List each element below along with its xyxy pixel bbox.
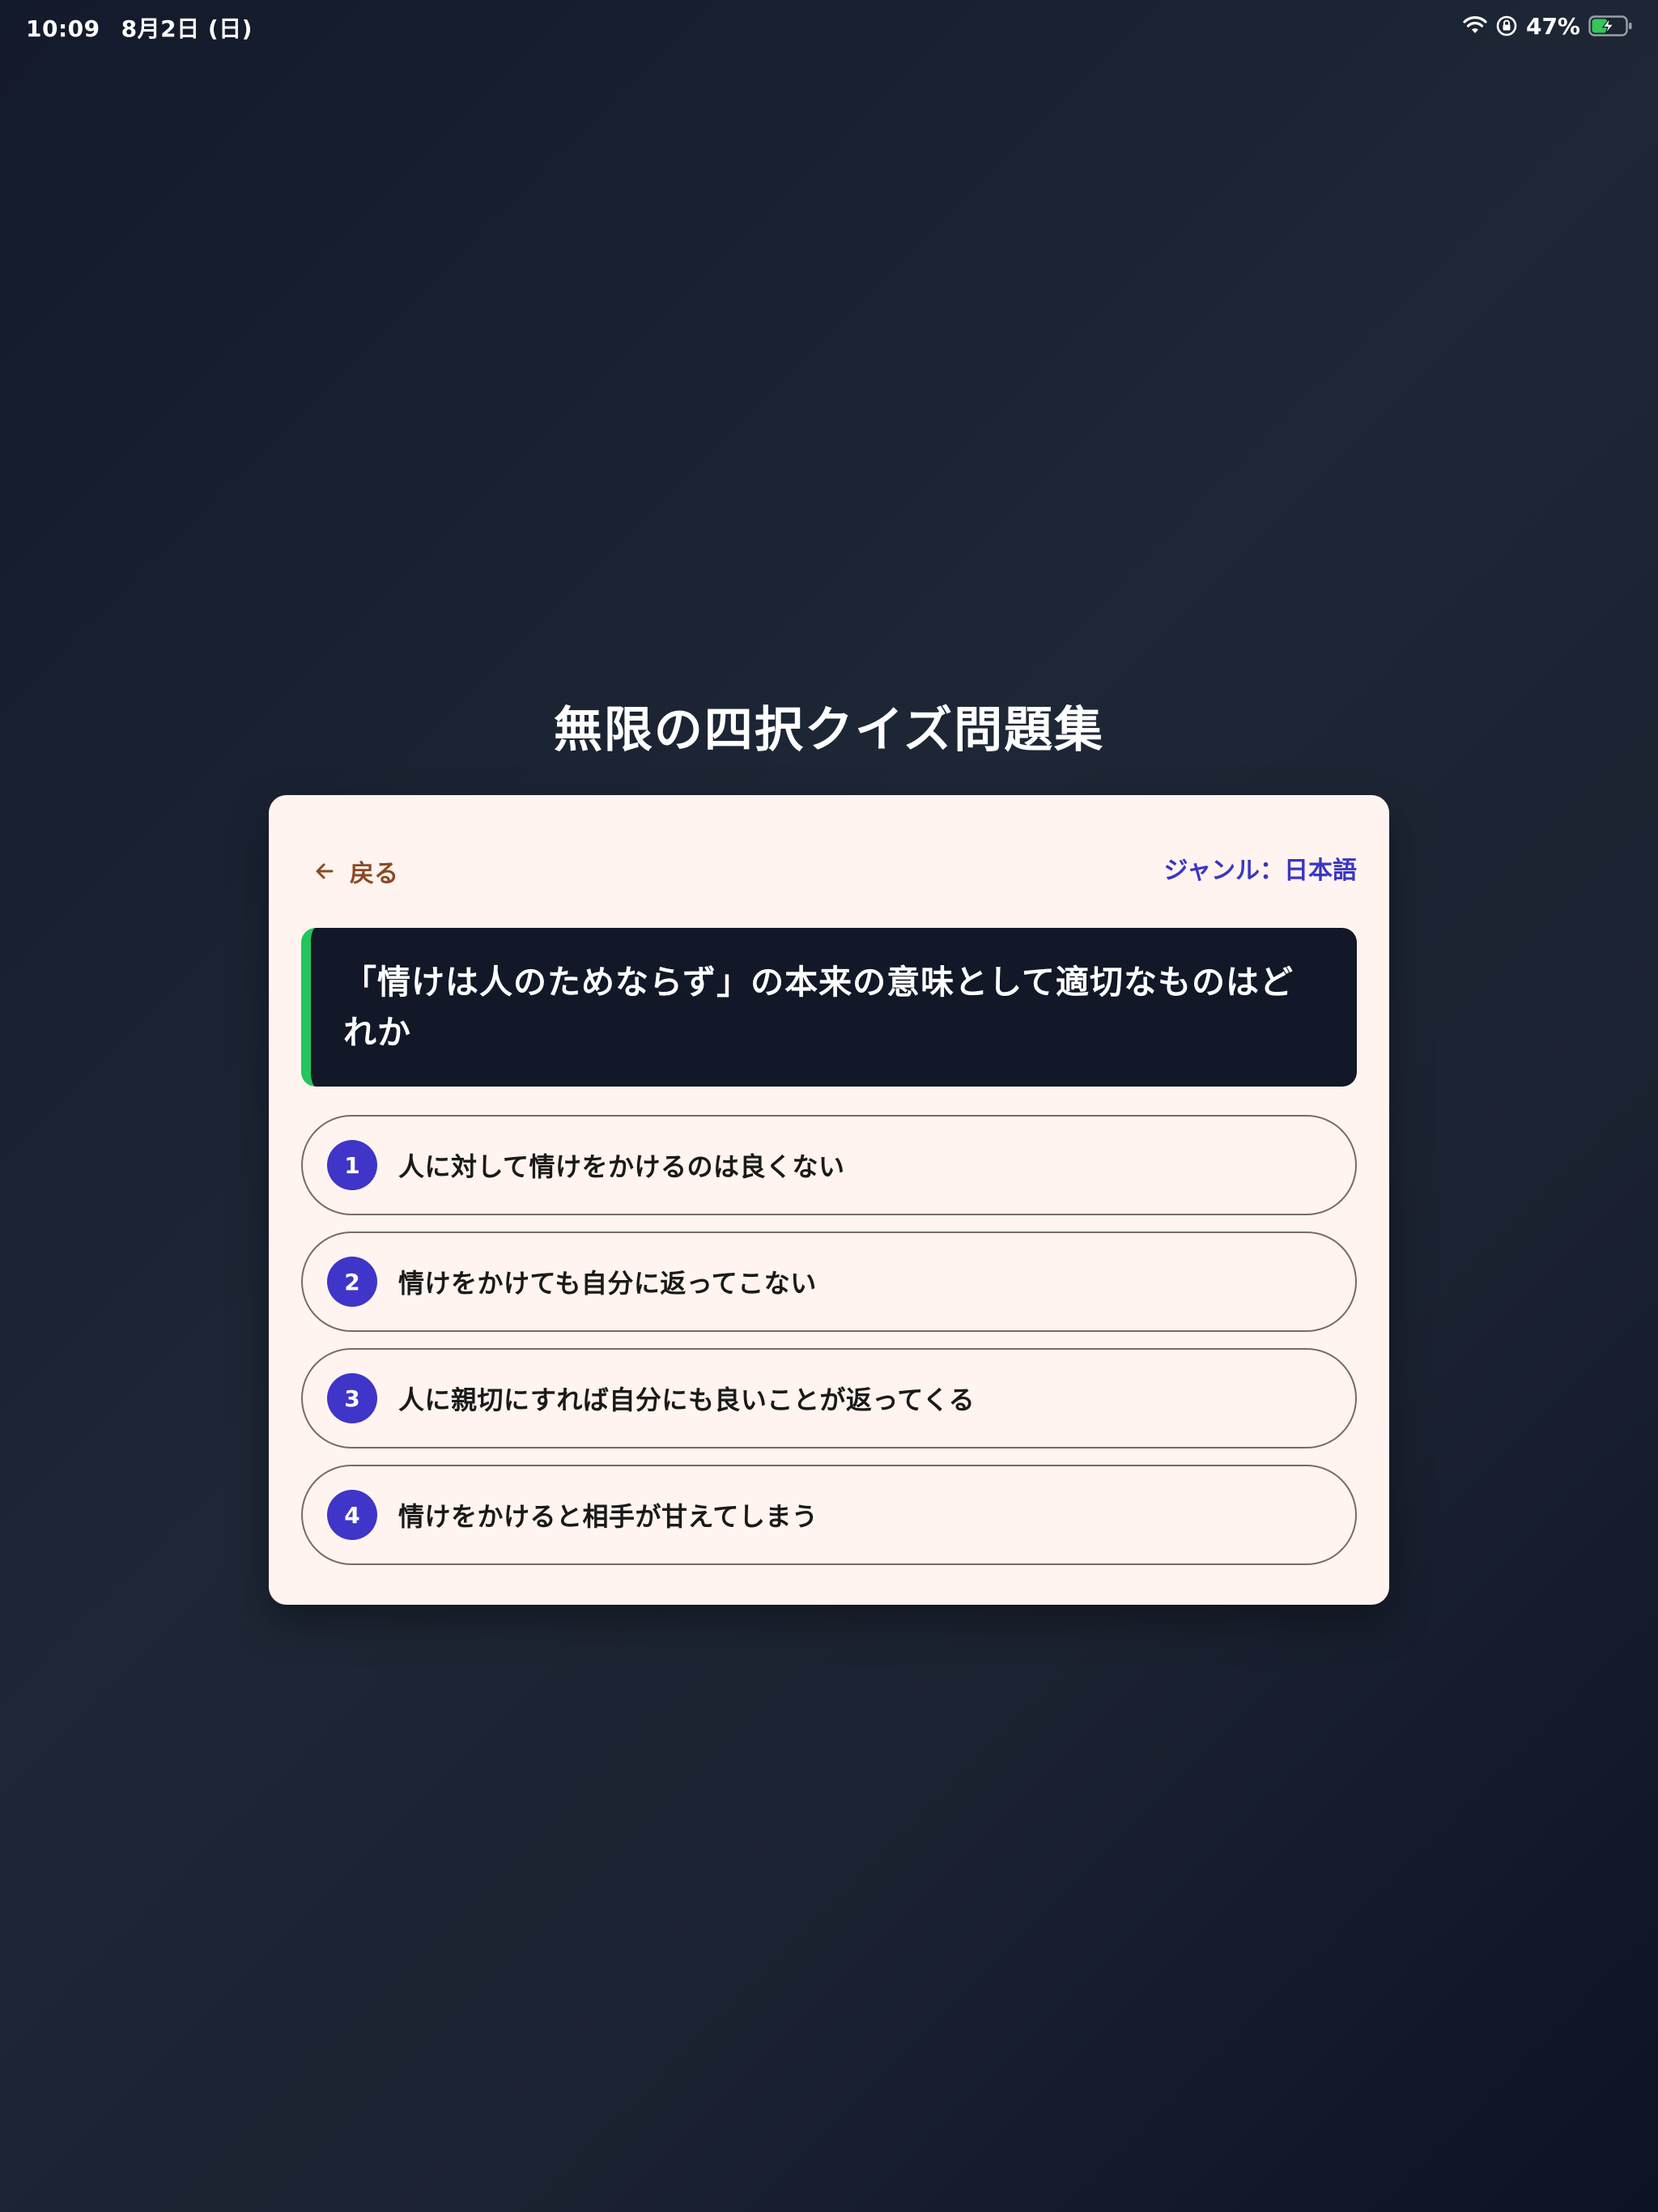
battery-percent: 47%: [1525, 12, 1580, 40]
status-bar: 10:09 8月2日 (日) 47%: [0, 0, 1658, 52]
status-time-date: 10:09 8月2日 (日): [26, 11, 253, 44]
choice-text: 人に親切にすれば自分にも良いことが返ってくる: [398, 1385, 976, 1415]
quiz-card: 戻る ジャンル：日本語 「情けは人のためならず」の本来の意味として適切なものはど…: [269, 795, 1389, 1605]
back-label: 戻る: [350, 860, 398, 888]
choice-number-badge: 3: [327, 1373, 377, 1423]
question-box: 「情けは人のためならず」の本来の意味として適切なものはどれか: [301, 928, 1357, 1087]
app-title: 無限の四択クイズ問題集: [553, 702, 1105, 759]
question-text: 「情けは人のためならず」の本来の意味として適切なものはどれか: [343, 963, 1294, 1052]
choice-option-4[interactable]: 4 情けをかけると相手が甘えてしまう: [301, 1465, 1357, 1565]
choice-option-1[interactable]: 1 人に対して情けをかけるのは良くない: [301, 1115, 1357, 1215]
choice-number-badge: 1: [327, 1140, 377, 1190]
choice-text: 情けをかけると相手が甘えてしまう: [398, 1501, 818, 1532]
choice-list: 1 人に対して情けをかけるのは良くない 2 情けをかけても自分に返ってこない 3…: [301, 1115, 1357, 1581]
back-button[interactable]: 戻る: [312, 852, 398, 891]
wifi-icon: [1463, 16, 1487, 36]
genre-label: ジャンル：日本語: [1163, 857, 1358, 885]
arrow-left-icon: [312, 859, 337, 883]
status-time: 10:09: [26, 15, 100, 42]
lock-rotation-icon: [1495, 15, 1518, 37]
choice-text: 情けをかけても自分に返ってこない: [398, 1268, 817, 1299]
battery-charging-icon: [1588, 15, 1634, 37]
status-indicators: 47%: [1455, 11, 1634, 40]
choice-number-badge: 4: [327, 1490, 377, 1540]
status-date: 8月2日 (日): [121, 15, 253, 42]
choice-option-3[interactable]: 3 人に親切にすれば自分にも良いことが返ってくる: [301, 1348, 1357, 1448]
choice-option-2[interactable]: 2 情けをかけても自分に返ってこない: [301, 1231, 1357, 1332]
choice-number-badge: 2: [327, 1257, 377, 1307]
choice-text: 人に対して情けをかけるのは良くない: [398, 1151, 845, 1182]
